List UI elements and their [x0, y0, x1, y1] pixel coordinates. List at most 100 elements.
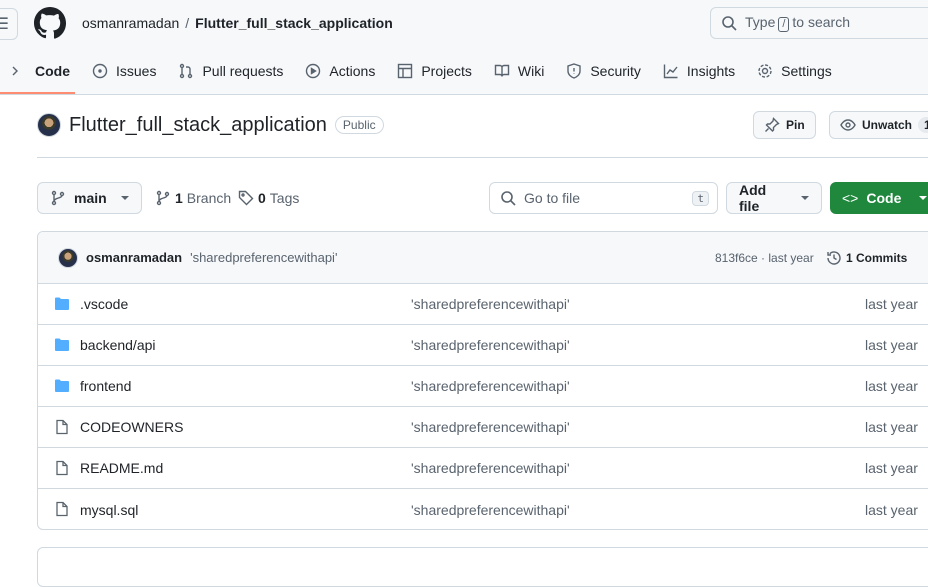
- branch-icon: [156, 190, 170, 206]
- pin-icon: [765, 117, 780, 132]
- repo-title[interactable]: Flutter_full_stack_application: [69, 114, 327, 137]
- file-age: last year: [865, 337, 918, 353]
- branch-count: 1: [175, 190, 183, 206]
- file-age: last year: [865, 501, 918, 518]
- repo-link[interactable]: Flutter_full_stack_application: [195, 15, 393, 31]
- tab-settings[interactable]: Settings: [746, 58, 843, 84]
- add-file-label: Add file: [739, 182, 767, 214]
- tab-security[interactable]: Security: [555, 58, 652, 84]
- branch-select[interactable]: main: [37, 182, 142, 214]
- search-suffix: to search: [792, 14, 851, 30]
- latest-commit: osmanramadan 'sharedpreferencewithapi' 8…: [38, 232, 928, 284]
- file-row[interactable]: README.md 'sharedpreferencewithapi' last…: [38, 448, 928, 489]
- code-button[interactable]: <> Code: [830, 182, 928, 214]
- file-row[interactable]: frontend 'sharedpreferencewithapi' last …: [38, 366, 928, 407]
- repo-nav: Code Issues Pull requests Actions Projec…: [0, 58, 843, 95]
- branch-name: main: [74, 190, 107, 206]
- folder-icon-wrap: [54, 337, 70, 356]
- menu-button[interactable]: ☰: [0, 8, 18, 40]
- owner-avatar[interactable]: [37, 113, 61, 137]
- folder-icon: [55, 338, 69, 351]
- tab-wiki[interactable]: Wiki: [483, 58, 555, 84]
- table-icon: [398, 63, 413, 79]
- folder-icon: [55, 297, 69, 310]
- file-table: osmanramadan 'sharedpreferencewithapi' 8…: [37, 231, 928, 530]
- book-icon: [494, 64, 510, 77]
- caret-down-icon: [120, 196, 129, 200]
- file-name[interactable]: README.md: [80, 460, 163, 476]
- tags-link[interactable]: 0 Tags: [238, 190, 299, 206]
- file-commit-message[interactable]: 'sharedpreferencewithapi': [411, 502, 570, 518]
- tag-count: 0: [258, 190, 266, 206]
- folder-icon-wrap: [54, 296, 70, 315]
- commits-link[interactable]: 1 Commits: [826, 250, 907, 266]
- commit-author[interactable]: osmanramadan: [86, 250, 182, 265]
- file-commit-message[interactable]: 'sharedpreferencewithapi': [411, 460, 570, 476]
- commit-sha-time[interactable]: 813f6ce · last year: [715, 251, 814, 265]
- shortcut-key: t: [692, 190, 709, 206]
- file-name[interactable]: frontend: [80, 378, 131, 394]
- search-prefix: Type: [745, 14, 776, 30]
- tab-insights[interactable]: Insights: [652, 58, 746, 84]
- search-icon: [722, 16, 737, 31]
- readme-box: [37, 547, 928, 587]
- issue-icon: [92, 63, 108, 79]
- tab-projects[interactable]: Projects: [386, 58, 483, 84]
- commit-message[interactable]: 'sharedpreferencewithapi': [190, 250, 337, 265]
- commits-count: 1 Commits: [846, 250, 908, 265]
- github-logo-icon[interactable]: [34, 7, 66, 39]
- search-shortcut: /: [778, 17, 790, 32]
- gear-icon: [758, 64, 772, 78]
- file-commit-message[interactable]: 'sharedpreferencewithapi': [411, 296, 570, 312]
- file-icon: [56, 460, 68, 476]
- folder-icon-wrap: [54, 378, 70, 397]
- file-name[interactable]: backend/api: [80, 337, 156, 353]
- file-commit-message[interactable]: 'sharedpreferencewithapi': [411, 337, 570, 353]
- file-row[interactable]: .vscode 'sharedpreferencewithapi' last y…: [38, 284, 928, 325]
- tab-label: Pull requests: [202, 63, 284, 79]
- add-file-button[interactable]: Add file: [726, 182, 822, 214]
- file-commit-message[interactable]: 'sharedpreferencewithapi': [411, 378, 570, 394]
- file-name[interactable]: CODEOWNERS: [80, 419, 183, 435]
- chevron-icon: [12, 66, 18, 76]
- file-age: last year: [865, 378, 918, 394]
- file-icon-wrap: [54, 419, 70, 438]
- tab-pull-requests[interactable]: Pull requests: [167, 58, 294, 84]
- search-icon: [501, 191, 516, 206]
- file-icon: [56, 419, 68, 435]
- caret-down-icon: [801, 196, 809, 200]
- owner-link[interactable]: osmanramadan: [82, 15, 179, 31]
- hamburger-icon: ☰: [0, 16, 9, 33]
- tab-actions[interactable]: Actions: [294, 58, 386, 84]
- tab-code[interactable]: Code: [0, 58, 81, 94]
- branches-link[interactable]: 1 Branch: [155, 190, 231, 206]
- tab-issues[interactable]: Issues: [81, 58, 167, 84]
- file-name[interactable]: .vscode: [80, 296, 128, 312]
- code-icon: <>: [842, 190, 859, 206]
- file-icon-wrap: [54, 460, 70, 479]
- file-row[interactable]: CODEOWNERS 'sharedpreferencewithapi' las…: [38, 407, 928, 448]
- file-name[interactable]: mysql.sql: [80, 502, 138, 518]
- repo-title-row: Flutter_full_stack_application Public: [37, 113, 384, 137]
- folder-icon: [55, 379, 69, 392]
- go-to-file-input[interactable]: Go to file t: [489, 182, 718, 214]
- unwatch-button[interactable]: Unwatch 1: [829, 111, 928, 139]
- author-avatar[interactable]: [58, 247, 78, 268]
- shield-icon: [567, 63, 582, 79]
- file-row[interactable]: mysql.sql 'sharedpreferencewithapi' last…: [38, 489, 928, 529]
- tab-label: Actions: [329, 63, 376, 79]
- pin-button[interactable]: Pin: [753, 111, 816, 139]
- file-icon: [56, 501, 68, 517]
- file-row[interactable]: backend/api 'sharedpreferencewithapi' la…: [38, 325, 928, 366]
- file-commit-message[interactable]: 'sharedpreferencewithapi': [411, 419, 570, 435]
- global-search-input[interactable]: Type / to search: [710, 7, 928, 39]
- file-icon-wrap: [54, 501, 70, 520]
- tab-label: Issues: [116, 63, 157, 79]
- divider: [37, 157, 928, 158]
- tab-label: Settings: [781, 63, 832, 79]
- breadcrumb-separator: /: [185, 15, 190, 31]
- branch-label: Branch: [186, 190, 232, 206]
- graph-icon: [663, 64, 678, 79]
- global-header: ☰ osmanramadan / Flutter_full_stack_applic…: [0, 0, 928, 95]
- branch-icon: [51, 190, 65, 206]
